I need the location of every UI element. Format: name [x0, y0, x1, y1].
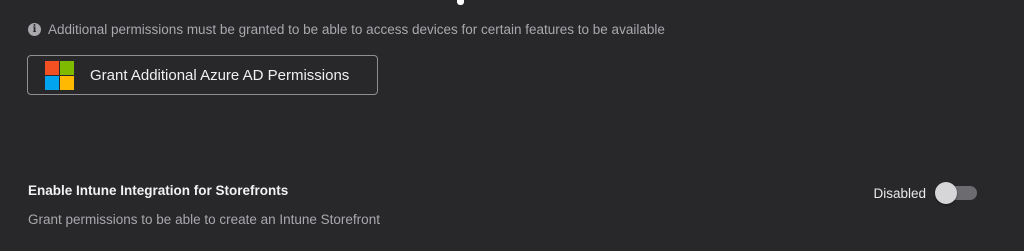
- intune-integration-title: Enable Intune Integration for Storefront…: [28, 183, 289, 198]
- toggle-status-label: Disabled: [873, 185, 926, 201]
- intune-integration-toggle[interactable]: [935, 181, 977, 205]
- intune-toggle-group: Disabled: [873, 181, 977, 205]
- grant-button-label: Grant Additional Azure AD Permissions: [90, 66, 350, 84]
- intune-integration-description: Grant permissions to be able to create a…: [28, 212, 380, 227]
- toggle-thumb: [935, 182, 957, 204]
- permissions-panel: i Additional permissions must be granted…: [0, 0, 1024, 251]
- permissions-notice-text: Additional permissions must be granted t…: [48, 22, 665, 37]
- mouse-cursor-icon: [457, 0, 464, 5]
- grant-azure-ad-permissions-button[interactable]: Grant Additional Azure AD Permissions: [27, 55, 378, 95]
- microsoft-logo-red-square: [45, 60, 59, 75]
- permissions-notice: i Additional permissions must be granted…: [28, 22, 665, 37]
- microsoft-logo-icon: [45, 60, 74, 90]
- microsoft-logo-blue-square: [45, 75, 59, 90]
- info-icon: i: [28, 23, 41, 36]
- microsoft-logo-yellow-square: [60, 75, 74, 90]
- microsoft-logo-green-square: [60, 60, 74, 75]
